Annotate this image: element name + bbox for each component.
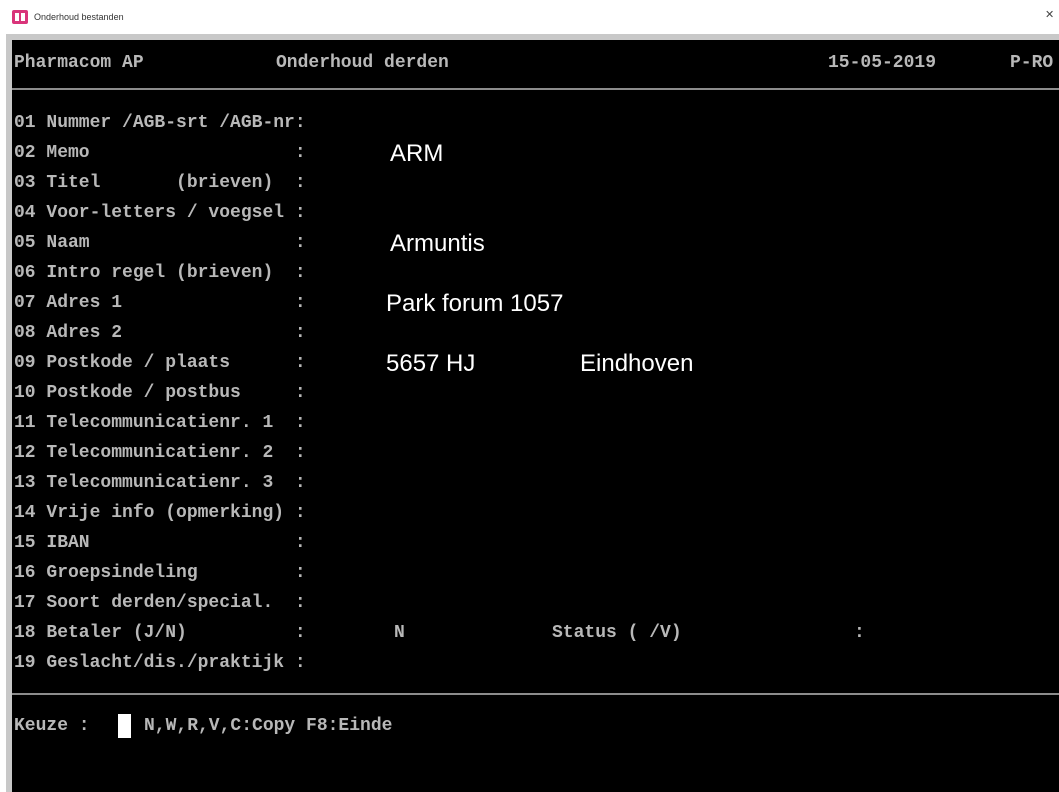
- naam-value[interactable]: Armuntis: [390, 230, 485, 258]
- memo-value[interactable]: ARM: [390, 140, 443, 168]
- field-label-12: 12 Telecommunicatienr. 2 :: [14, 443, 306, 463]
- field-label-06: 06 Intro regel (brieven) :: [14, 263, 306, 283]
- close-icon[interactable]: ✕: [1045, 8, 1059, 24]
- terminal-screen[interactable]: Pharmacom AP Onderhoud derden 15-05-2019…: [12, 40, 1059, 792]
- field-label-19: 19 Geslacht/dis./praktijk :: [14, 653, 306, 673]
- command-prompt: Keuze :: [14, 716, 90, 736]
- header-code: P-RO: [1010, 53, 1054, 73]
- status-separator: :: [854, 623, 865, 643]
- betaler-value[interactable]: N: [394, 623, 405, 643]
- field-label-08: 08 Adres 2 :: [14, 323, 306, 343]
- postkode-value[interactable]: 5657 HJ: [386, 350, 475, 378]
- field-label-16: 16 Groepsindeling :: [14, 563, 306, 583]
- header-app-name: Pharmacom AP: [14, 53, 144, 73]
- field-label-17: 17 Soort derden/special. :: [14, 593, 306, 613]
- field-label-18: 18 Betaler (J/N) :: [14, 623, 306, 643]
- field-label-14: 14 Vrije info (opmerking) :: [14, 503, 306, 523]
- field-label-07: 07 Adres 1 :: [14, 293, 306, 313]
- adres-1-value[interactable]: Park forum 1057: [386, 290, 563, 318]
- field-label-15: 15 IBAN :: [14, 533, 306, 553]
- app-icon: [12, 10, 28, 24]
- app-window: Onderhoud bestanden ✕ Pharmacom AP Onder…: [0, 0, 1059, 792]
- header-screen-title: Onderhoud derden: [276, 53, 449, 73]
- field-label-09: 09 Postkode / plaats :: [14, 353, 306, 373]
- field-label-04: 04 Voor-letters / voegsel :: [14, 203, 306, 223]
- field-label-01: 01 Nummer /AGB-srt /AGB-nr:: [14, 113, 306, 133]
- header-date: 15-05-2019: [828, 53, 937, 73]
- plaats-value[interactable]: Eindhoven: [580, 350, 693, 378]
- text-cursor[interactable]: [118, 714, 131, 738]
- header-divider: [12, 88, 1059, 90]
- command-divider: [12, 693, 1059, 695]
- status-label: Status ( /V): [552, 623, 682, 643]
- window-title: Onderhoud bestanden: [34, 12, 124, 22]
- field-label-13: 13 Telecommunicatienr. 3 :: [14, 473, 306, 493]
- field-label-05: 05 Naam :: [14, 233, 306, 253]
- command-options: N,W,R,V,C:Copy F8:Einde: [144, 716, 393, 736]
- field-label-10: 10 Postkode / postbus :: [14, 383, 306, 403]
- field-label-02: 02 Memo :: [14, 143, 306, 163]
- field-label-03: 03 Titel (brieven) :: [14, 173, 306, 193]
- field-label-11: 11 Telecommunicatienr. 1 :: [14, 413, 306, 433]
- title-bar: Onderhoud bestanden ✕: [0, 0, 1059, 34]
